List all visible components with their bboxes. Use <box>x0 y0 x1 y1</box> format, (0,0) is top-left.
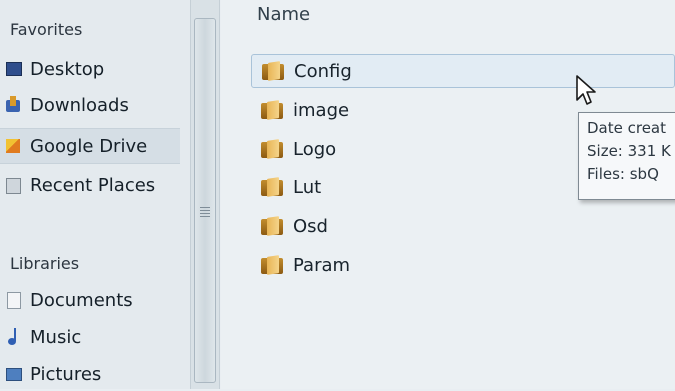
downloads-icon <box>6 96 22 114</box>
nav-item-documents[interactable]: Documents <box>0 283 180 317</box>
documents-icon <box>6 291 22 309</box>
nav-item-label: Music <box>30 326 82 348</box>
file-row-config[interactable]: Config <box>251 54 675 88</box>
file-name: Param <box>293 254 351 276</box>
nav-item-desktop[interactable]: Desktop <box>0 52 180 86</box>
folder-icon <box>261 216 283 236</box>
nav-item-label: Downloads <box>30 94 129 116</box>
nav-item-label: Google Drive <box>30 135 148 157</box>
column-header-name[interactable]: Name <box>257 4 310 25</box>
folder-icon <box>261 177 283 197</box>
favorites-header[interactable]: Favorites <box>10 20 82 39</box>
file-name: Logo <box>293 138 337 160</box>
file-name: Lut <box>293 176 322 198</box>
nav-scrollbar[interactable] <box>190 0 220 389</box>
nav-item-label: Documents <box>30 289 133 311</box>
tooltip-size: Size: 331 K <box>587 142 671 160</box>
nav-item-pictures[interactable]: Pictures <box>0 357 180 391</box>
nav-item-label: Recent Places <box>30 174 156 196</box>
google-drive-icon <box>6 137 22 155</box>
folder-icon <box>261 100 283 120</box>
tooltip-files: Files: sbQ <box>587 165 659 183</box>
nav-item-google-drive[interactable]: Google Drive <box>0 128 180 164</box>
libraries-header[interactable]: Libraries <box>10 254 79 273</box>
nav-item-label: Desktop <box>30 58 105 80</box>
folder-icon <box>262 61 284 81</box>
tooltip-date-created: Date creat <box>587 119 667 137</box>
pictures-icon <box>6 365 22 383</box>
file-row-osd[interactable]: Osd <box>251 209 675 243</box>
mouse-cursor-icon <box>576 75 596 105</box>
navigation-pane: Favorites Desktop Downloads Google Drive… <box>0 0 190 389</box>
file-name: image <box>293 99 350 121</box>
nav-item-downloads[interactable]: Downloads <box>0 88 180 122</box>
nav-item-label: Pictures <box>30 363 102 385</box>
file-name: Osd <box>293 215 328 237</box>
scrollbar-thumb[interactable] <box>194 18 216 383</box>
folder-icon <box>261 139 283 159</box>
nav-item-music[interactable]: Music <box>0 320 180 354</box>
recent-places-icon <box>6 176 22 194</box>
desktop-icon <box>6 60 22 78</box>
file-row-param[interactable]: Param <box>251 248 675 282</box>
music-icon <box>6 328 22 346</box>
folder-icon <box>261 255 283 275</box>
scrollbar-grip-icon <box>200 207 210 217</box>
folder-tooltip: Date creat Size: 331 K Files: sbQ <box>578 112 675 200</box>
file-name: Config <box>294 60 352 82</box>
nav-item-recent-places[interactable]: Recent Places <box>0 168 180 202</box>
